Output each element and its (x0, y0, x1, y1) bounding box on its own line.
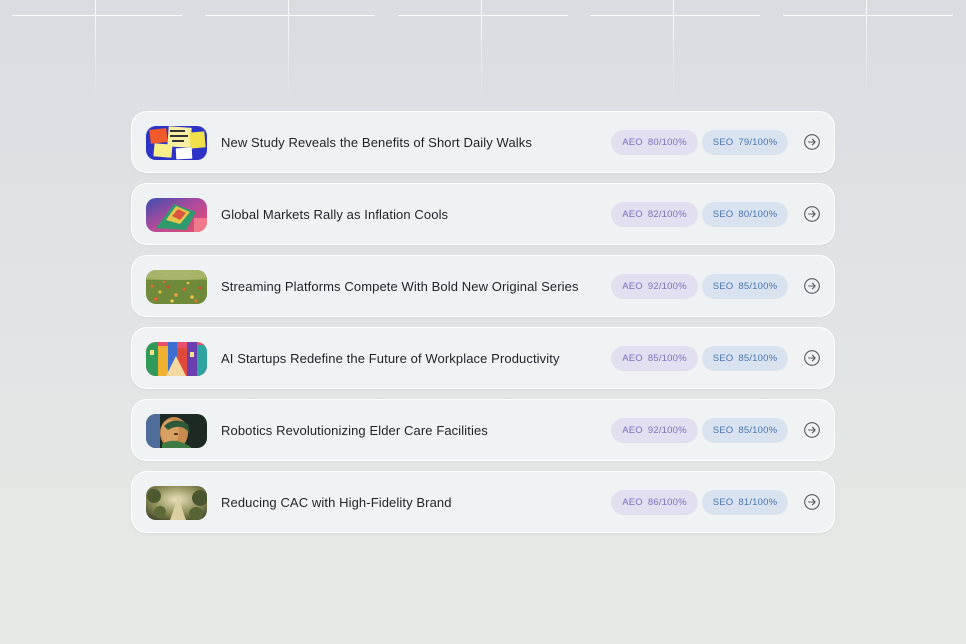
seo-label: SEO (712, 281, 734, 292)
seo-score-badge: SEO 79/100% (702, 130, 788, 155)
aeo-score-badge: AEO 82/100% (611, 202, 698, 227)
article-card[interactable]: New Study Reveals the Benefits of Short … (131, 111, 835, 173)
seo-score: 80/100% (738, 209, 778, 220)
grid-line (12, 15, 182, 16)
seo-score: 81/100% (738, 497, 778, 508)
aeo-score-badge: AEO 85/100% (611, 346, 698, 371)
grid-line (398, 15, 568, 16)
article-card[interactable]: Reducing CAC with High-Fidelity Brand AE… (131, 471, 835, 533)
seo-score-badge: SEO 85/100% (702, 274, 788, 299)
grid-line (590, 15, 760, 16)
arrow-right-circle-icon[interactable] (804, 422, 820, 438)
aeo-score: 80/100% (647, 137, 687, 148)
aeo-score-badge: AEO 92/100% (611, 418, 698, 443)
article-title[interactable]: Robotics Revolutionizing Elder Care Faci… (221, 400, 488, 460)
aeo-score-badge: AEO 86/100% (611, 490, 698, 515)
article-card[interactable]: AI Startups Redefine the Future of Workp… (131, 327, 835, 389)
grid-line (95, 0, 96, 100)
seo-label: SEO (712, 353, 734, 364)
grid-line (288, 0, 289, 100)
article-card[interactable]: Global Markets Rally as Inflation Cools … (131, 183, 835, 245)
article-thumbnail (146, 486, 207, 520)
aeo-score-badge: AEO 80/100% (611, 130, 698, 155)
seo-score-badge: SEO 80/100% (702, 202, 788, 227)
aeo-score-badge: AEO 92/100% (611, 274, 698, 299)
seo-score: 85/100% (738, 425, 778, 436)
article-title[interactable]: New Study Reveals the Benefits of Short … (221, 112, 532, 172)
seo-label: SEO (712, 137, 734, 148)
article-thumbnail (146, 342, 207, 376)
seo-score: 85/100% (738, 353, 778, 364)
arrow-right-circle-icon[interactable] (804, 278, 820, 294)
seo-label: SEO (712, 209, 734, 220)
aeo-score: 92/100% (647, 281, 687, 292)
seo-score-badge: SEO 81/100% (702, 490, 788, 515)
aeo-label: AEO (622, 281, 643, 292)
article-title[interactable]: Global Markets Rally as Inflation Cools (221, 184, 448, 244)
grid-line (866, 0, 867, 100)
arrow-right-circle-icon[interactable] (804, 494, 820, 510)
seo-score-badge: SEO 85/100% (702, 346, 788, 371)
grid-line (783, 15, 953, 16)
grid-line (481, 0, 482, 100)
aeo-score: 92/100% (647, 425, 687, 436)
article-thumbnail (146, 270, 207, 304)
aeo-label: AEO (622, 353, 643, 364)
arrow-right-circle-icon[interactable] (804, 134, 820, 150)
grid-line (673, 0, 674, 100)
article-thumbnail (146, 126, 207, 160)
arrow-right-circle-icon[interactable] (804, 350, 820, 366)
aeo-label: AEO (622, 497, 643, 508)
aeo-label: AEO (622, 137, 643, 148)
article-title[interactable]: Reducing CAC with High-Fidelity Brand (221, 472, 452, 532)
arrow-right-circle-icon[interactable] (804, 206, 820, 222)
seo-score: 85/100% (738, 281, 778, 292)
seo-label: SEO (712, 425, 734, 436)
grid-line (205, 15, 375, 16)
seo-score-badge: SEO 85/100% (702, 418, 788, 443)
seo-score: 79/100% (738, 137, 778, 148)
article-title[interactable]: Streaming Platforms Compete With Bold Ne… (221, 256, 579, 316)
aeo-label: AEO (622, 209, 643, 220)
article-card[interactable]: Streaming Platforms Compete With Bold Ne… (131, 255, 835, 317)
article-list: New Study Reveals the Benefits of Short … (131, 111, 835, 543)
seo-label: SEO (712, 497, 734, 508)
article-thumbnail (146, 198, 207, 232)
aeo-score: 85/100% (647, 353, 687, 364)
aeo-score: 86/100% (647, 497, 687, 508)
article-thumbnail (146, 414, 207, 448)
aeo-label: AEO (622, 425, 643, 436)
article-card[interactable]: Robotics Revolutionizing Elder Care Faci… (131, 399, 835, 461)
aeo-score: 82/100% (647, 209, 687, 220)
article-title[interactable]: AI Startups Redefine the Future of Workp… (221, 328, 560, 388)
